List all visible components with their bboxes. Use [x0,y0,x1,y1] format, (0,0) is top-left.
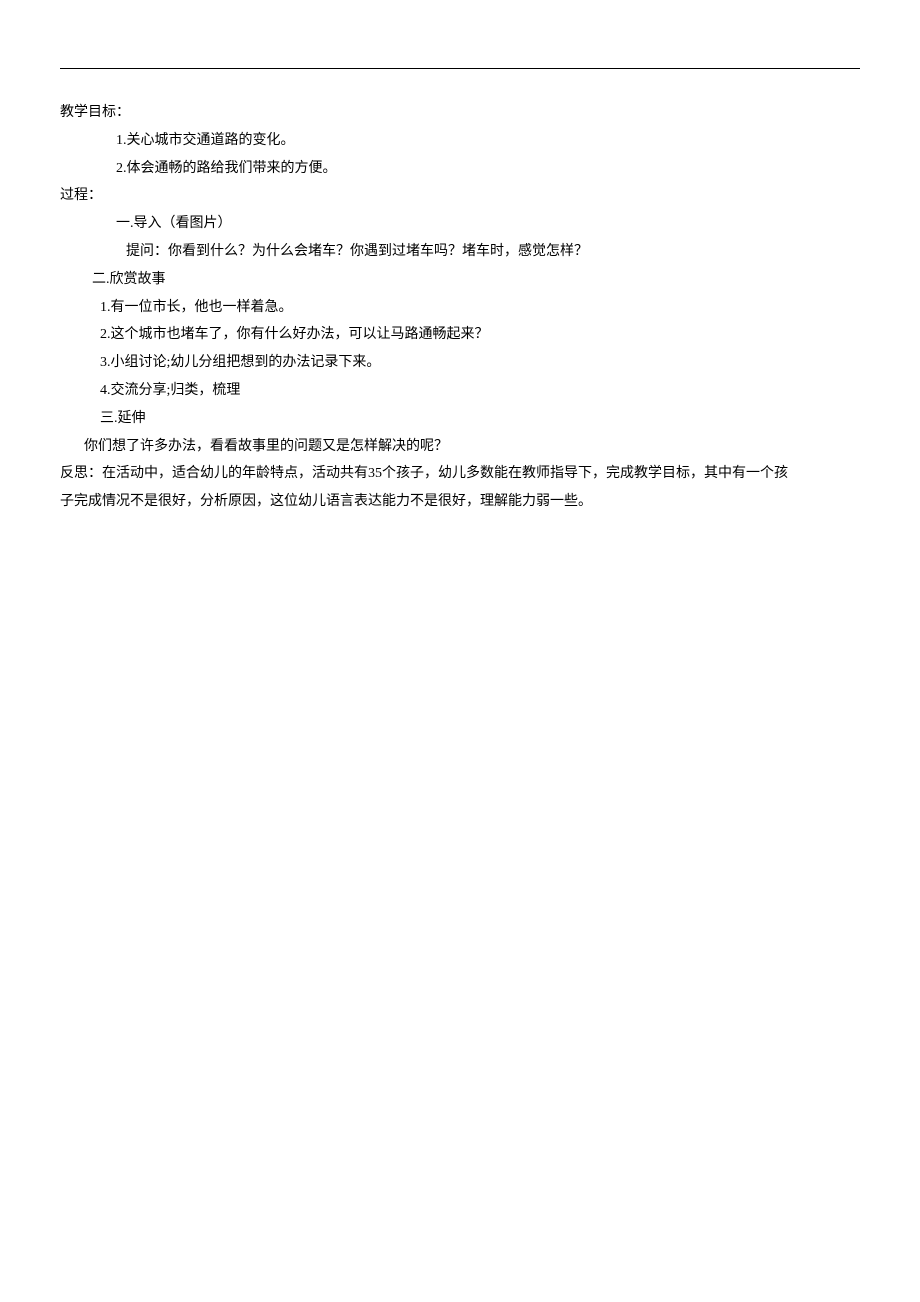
process-part3-text: 你们想了许多办法，看看故事里的问题又是怎样解决的呢？ [60,435,860,459]
process-part2-heading: 二.欣赏故事 [60,268,860,292]
reflection-line: 子完成情况不是很好，分析原因，这位幼儿语言表达能力不是很好，理解能力弱一些。 [60,490,860,514]
reflection-line: 反思：在活动中，适合幼儿的年龄特点，活动共有35个孩子，幼儿多数能在教师指导下，… [60,462,860,486]
document-page: 教学目标： 1.关心城市交通道路的变化。 2.体会通畅的路给我们带来的方便。 过… [0,0,920,514]
process-part2-item: 3.小组讨论;幼儿分组把想到的办法记录下来。 [60,351,860,375]
section-title-process: 过程： [60,184,860,208]
horizontal-divider [60,68,860,69]
objective-item: 2.体会通畅的路给我们带来的方便。 [60,157,860,181]
process-part1-question: 提问：你看到什么？为什么会堵车？你遇到过堵车吗？堵车时，感觉怎样？ [60,240,860,264]
process-part3-heading: 三.延伸 [60,407,860,431]
objective-item: 1.关心城市交通道路的变化。 [60,129,860,153]
process-part2-item: 2.这个城市也堵车了，你有什么好办法，可以让马路通畅起来？ [60,323,860,347]
process-part1-heading: 一.导入（看图片） [60,212,860,236]
section-title-objectives: 教学目标： [60,101,860,125]
process-part2-item: 4.交流分享;归类，梳理 [60,379,860,403]
process-part2-item: 1.有一位市长，他也一样着急。 [60,296,860,320]
